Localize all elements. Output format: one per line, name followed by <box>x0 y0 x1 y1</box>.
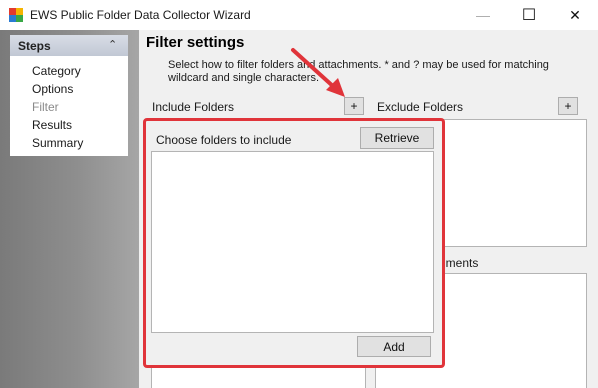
annotation-arrow <box>291 48 345 97</box>
